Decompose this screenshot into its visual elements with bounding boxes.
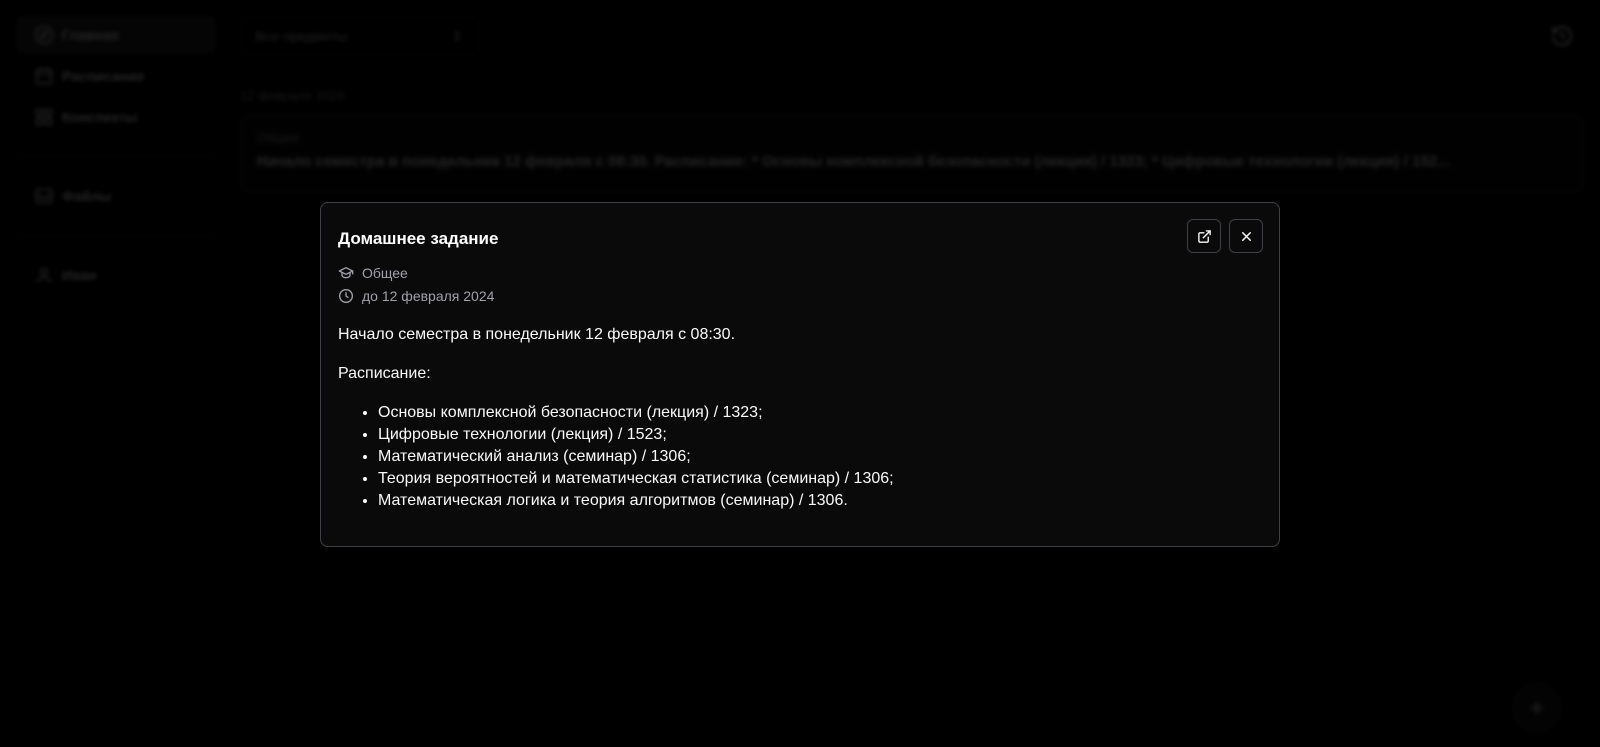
open-external-button[interactable] (1187, 219, 1221, 253)
list-item: Математический анализ (семинар) / 1306; (378, 446, 1263, 468)
subject-row: Общее (338, 261, 1263, 284)
clock-icon (339, 288, 353, 303)
homework-dialog: Домашнее задание Общее до 12 февраля 202… (320, 202, 1280, 547)
close-button[interactable] (1229, 219, 1263, 253)
dialog-title: Домашнее задание (338, 229, 499, 248)
list-item: Цифровые технологии (лекция) / 1523; (378, 424, 1263, 446)
due-date-label: до 12 февраля 2024 (362, 287, 495, 304)
list-item: Основы комплексной безопасности (лекция)… (378, 402, 1263, 424)
subject-label: Общее (362, 264, 408, 281)
dialog-actions (1187, 219, 1263, 253)
external-link-icon (1197, 229, 1211, 243)
dialog-body: Начало семестра в понедельник 12 февраля… (338, 324, 1263, 512)
list-item: Теория вероятностей и математическая ста… (378, 468, 1263, 490)
due-date-row: до 12 февраля 2024 (338, 284, 1263, 307)
intro-paragraph: Начало семестра в понедельник 12 февраля… (338, 326, 736, 343)
schedule-list: Основы комплексной безопасности (лекция)… (338, 402, 1263, 512)
dialog-meta: Общее до 12 февраля 2024 (338, 261, 1263, 307)
graduation-cap-icon (338, 266, 354, 278)
list-item: Математическая логика и теория алгоритмо… (378, 490, 1263, 512)
schedule-heading: Расписание: (338, 365, 431, 382)
close-icon (1241, 231, 1251, 241)
